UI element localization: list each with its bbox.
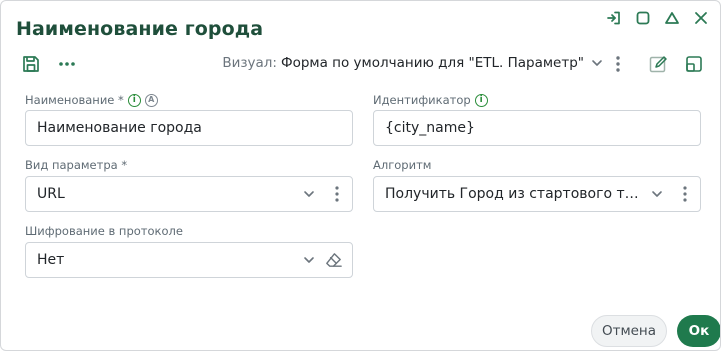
visual-menu-button[interactable]: [606, 51, 630, 77]
identifier-label-row: Идентификатор i: [373, 93, 488, 107]
chevron-down-icon[interactable]: [302, 187, 316, 201]
info-icon[interactable]: i: [474, 93, 488, 107]
more-actions-button[interactable]: [55, 51, 79, 77]
close-icon: [694, 12, 707, 24]
more-vertical-icon[interactable]: [682, 185, 688, 203]
param-type-value: URL: [37, 186, 65, 202]
algorithm-select[interactable]: Получить Город из стартового типа...: [373, 176, 701, 212]
dialog-title: Наименование города: [16, 18, 264, 40]
dialog: Наименование города Визуал: Форма по умо…: [0, 0, 721, 351]
resize-icon: [686, 56, 702, 72]
param-type-select[interactable]: URL: [25, 176, 353, 212]
detach-icon: [606, 11, 620, 25]
encryption-field: Шифрование в протоколе: [25, 224, 183, 238]
name-value: Наименование города: [37, 120, 202, 136]
encryption-value: Нет: [37, 252, 65, 268]
identifier-value: {city_name}: [385, 120, 475, 136]
more-vertical-icon: [616, 56, 620, 72]
close-button[interactable]: [689, 7, 712, 29]
visual-value: Форма по умолчанию для "ETL. Параметр": [280, 55, 584, 71]
eraser-icon[interactable]: [324, 251, 343, 270]
encryption-select[interactable]: Нет: [25, 242, 353, 278]
toolbar: Визуал: Форма по умолчанию для "ETL. Пар…: [1, 47, 720, 83]
visual-selector[interactable]: Визуал: Форма по умолчанию для "ETL. Пар…: [222, 55, 604, 71]
edit-form-button[interactable]: [646, 51, 670, 77]
param-type-field: Вид параметра *: [25, 158, 127, 172]
chevron-down-icon: [590, 56, 604, 70]
detach-button[interactable]: [602, 7, 625, 29]
more-horizontal-icon: [59, 62, 75, 66]
ok-button[interactable]: Ок: [677, 315, 720, 347]
identifier-label: Идентификатор: [373, 93, 471, 107]
chevron-down-icon[interactable]: [302, 253, 316, 267]
resize-button[interactable]: [682, 51, 706, 77]
algorithm-label: Алгоритм: [373, 158, 432, 172]
algorithm-value: Получить Город из стартового типа...: [385, 186, 642, 202]
param-type-label: Вид параметра *: [25, 158, 128, 172]
name-input[interactable]: Наименование города: [25, 110, 353, 146]
maximize-button[interactable]: [631, 7, 654, 29]
encryption-label: Шифрование в протоколе: [25, 224, 183, 238]
more-vertical-icon[interactable]: [334, 185, 340, 203]
collapse-button[interactable]: [660, 7, 683, 29]
save-button[interactable]: [19, 51, 43, 77]
cancel-button[interactable]: Отмена: [591, 315, 667, 347]
edit-icon: [649, 56, 667, 73]
name-label: Наименование *: [25, 93, 124, 107]
identifier-input[interactable]: {city_name}: [373, 110, 701, 146]
window-controls: [602, 7, 712, 29]
name-field: Наименование * i A: [25, 93, 158, 107]
collapse-icon: [664, 12, 679, 24]
chevron-down-icon[interactable]: [650, 187, 664, 201]
maximize-icon: [636, 11, 649, 25]
identifier-field: Идентификатор i: [373, 93, 488, 107]
auto-icon[interactable]: A: [144, 93, 158, 107]
algorithm-field: Алгоритм: [373, 158, 431, 172]
visual-label: Визуал:: [222, 55, 277, 71]
name-label-row: Наименование * i A: [25, 93, 158, 107]
info-icon[interactable]: i: [127, 93, 141, 107]
save-icon: [23, 56, 39, 72]
